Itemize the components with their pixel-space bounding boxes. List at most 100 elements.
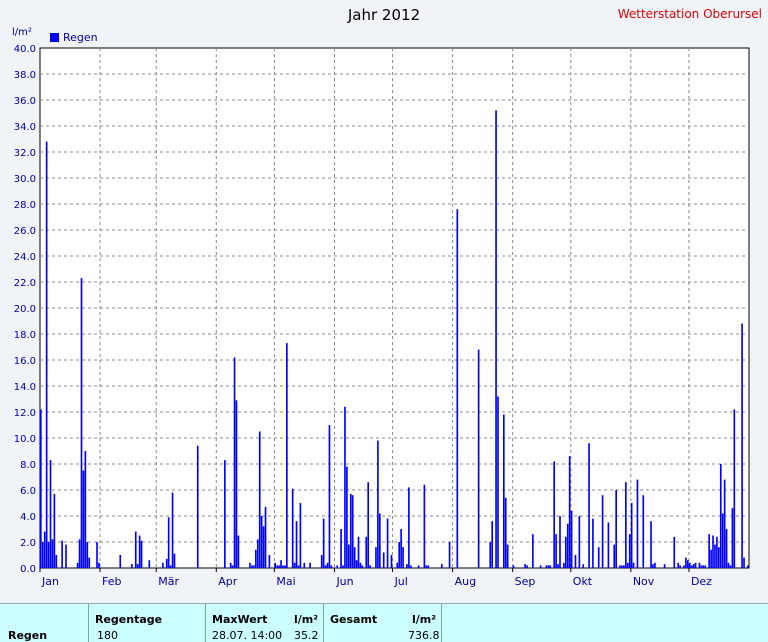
rain-bar [249,562,251,568]
rain-bar [40,409,42,568]
maxwert-unit: l/m² [294,613,319,626]
rain-bar [712,535,714,568]
rain-bar [423,484,426,568]
maxwert-label: MaxWert [212,613,268,626]
rain-bar [49,460,52,568]
footer-row-label: Regen [8,629,48,642]
rain-bar [601,495,604,568]
rain-bar [725,529,728,568]
rain-bar [65,544,67,568]
rain-bar [679,565,681,568]
rain-bar [280,560,282,568]
y-tick-label: 30.0 [14,174,36,185]
rain-bar [743,557,745,568]
rain-bar [171,492,174,568]
rain-bar [86,542,89,568]
rain-bar [690,565,693,568]
rain-bar [55,555,58,568]
rain-bar [357,536,360,568]
rain-bar [165,558,168,568]
rain-bar [88,557,91,568]
rain-bar [564,536,567,568]
rain-bar [721,513,724,568]
rain-bar [390,555,393,568]
y-tick-label: 16.0 [14,356,36,367]
rain-bar [524,564,526,568]
rain-bar [630,503,633,568]
rain-bar [729,565,732,568]
rain-bar [375,547,377,568]
footer-gesamt-cell: Gesamt l/m² 736.8 [323,604,442,642]
y-tick-labels: 0.0 2.0 4.0 6.0 8.0 10.0 12.0 14.0 16.0 18.0 20.0 2… [14,44,36,575]
footer-empty-cell [441,604,768,642]
rain-bar [683,565,685,568]
rain-bar [539,565,542,568]
x-tick-label: Dez [691,575,712,588]
rain-bar [330,565,333,568]
rain-bar [532,534,534,568]
rain-bar [43,531,46,568]
rain-bar [274,562,277,568]
rain-bar [340,529,342,568]
y-tick-label: 40.0 [14,44,36,55]
rain-bar [607,522,610,568]
rain-bar [497,396,499,568]
rain-bar [233,357,236,568]
rain-bar [78,539,81,568]
rain-bar [80,278,83,568]
rain-bar [477,349,480,568]
rain-bar [96,542,98,568]
footer-row-label-cell: Regen [0,604,88,642]
rain-bar [324,565,327,568]
rain-bar [47,542,50,568]
x-tick-label: Jan [41,575,59,588]
x-tick-label: Jul [394,575,408,588]
rain-bar [406,564,408,568]
rain-bar [698,562,701,568]
rain-bar [237,535,240,568]
rain-bar [138,535,141,568]
rain-bar [619,565,621,568]
rain-bar [299,503,302,568]
rain-bar [557,564,559,568]
rain-bar [504,497,507,568]
rain-bar [727,562,730,568]
x-tick-label: Mai [276,575,295,588]
rain-bar [566,523,569,568]
rain-bar [328,425,331,568]
rain-bar [731,508,734,568]
y-tick-label: 28.0 [14,200,36,211]
summary-footer: Regen Regentage 180 MaxWert l/m² 28.07. … [0,603,768,642]
rain-bar [400,529,402,568]
rain-bar [76,562,79,568]
rain-bar [169,565,172,568]
y-tick-label: 12.0 [14,408,36,419]
y-tick-label: 0.0 [20,564,36,575]
rain-bar [173,553,176,568]
rain-bar [425,565,428,568]
rain-bar [382,552,385,568]
rain-bar [723,479,726,568]
rain-bar [162,562,164,568]
rain-bar [336,565,339,568]
rain-bar [456,209,459,568]
rain-bar [628,534,631,568]
rain-bar [545,565,548,568]
rain-bar [355,560,358,568]
rain-bar [361,565,364,568]
rain-bar [654,562,656,568]
rain-bar [342,565,344,568]
rain-bar [710,549,712,568]
rain-bar [295,521,298,568]
rain-bar [351,495,354,568]
rain-bar [148,560,151,568]
x-tick-label: Nov [633,575,655,588]
rain-bar [417,565,420,568]
y-tick-label: 6.0 [20,486,36,497]
rain-bar [677,562,679,568]
rain-bar [98,562,100,568]
rain-bar [692,564,695,568]
rain-bar [320,555,323,568]
y-tick-label: 36.0 [14,96,36,107]
rain-bar [284,565,286,568]
